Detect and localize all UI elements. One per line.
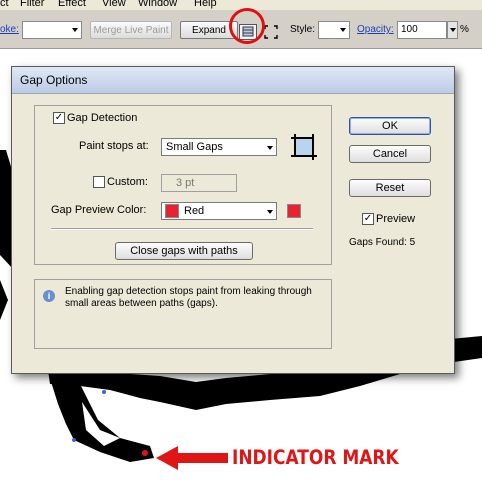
- red-arrow-icon: [156, 446, 228, 470]
- divider: [51, 228, 313, 230]
- preview-color-swatch[interactable]: [287, 204, 301, 218]
- highlight-circle: [229, 8, 265, 44]
- info-panel: i Enabling gap detection stops paint fro…: [34, 279, 332, 349]
- chevron-down-icon: [267, 146, 273, 150]
- color-swatch: [165, 204, 179, 218]
- gap-detection-label: Gap Detection: [67, 112, 138, 124]
- style-select[interactable]: [318, 21, 350, 39]
- opacity-input[interactable]: 100: [397, 21, 447, 39]
- chevron-right-icon: [450, 28, 456, 32]
- paint-stops-select[interactable]: Small Gaps: [161, 138, 277, 156]
- gap-detection-checkbox[interactable]: ✓: [53, 112, 65, 124]
- menu-item-help[interactable]: Help: [194, 0, 217, 9]
- menu-item-effect[interactable]: Effect: [58, 0, 86, 9]
- gap-size-preview-icon: [291, 134, 317, 160]
- paint-stops-label: Paint stops at:: [79, 140, 149, 152]
- info-text: Enabling gap detection stops paint from …: [65, 286, 312, 309]
- opacity-label[interactable]: Opacity:: [357, 21, 394, 39]
- preview-color-select[interactable]: Red: [161, 202, 277, 220]
- stroke-label[interactable]: oke:: [0, 21, 19, 39]
- checkmark-icon: ✓: [54, 112, 64, 123]
- cancel-button[interactable]: Cancel: [349, 145, 431, 163]
- chevron-down-icon: [267, 210, 273, 214]
- info-icon: i: [43, 290, 55, 302]
- checkmark-icon: ✓: [363, 213, 373, 224]
- chevron-down-icon: [340, 28, 346, 32]
- style-label: Style:: [290, 24, 316, 35]
- opacity-arrow-icon[interactable]: [447, 21, 458, 39]
- preview-label: Preview: [376, 213, 416, 225]
- gap-settings-panel: ✓ Gap Detection Paint stops at: Small Ga…: [34, 105, 332, 265]
- menu-item-filter[interactable]: Filter: [20, 0, 44, 9]
- close-gaps-button[interactable]: Close gaps with paths: [115, 242, 253, 260]
- dialog-title: Gap Options: [20, 73, 88, 87]
- menu-item-window[interactable]: Window: [138, 0, 177, 9]
- reset-button[interactable]: Reset: [349, 179, 431, 197]
- gaps-found-label: Gaps Found: 5: [349, 237, 416, 248]
- crop-icon[interactable]: [264, 25, 278, 39]
- custom-gap-value: 3 pt: [176, 177, 195, 189]
- custom-gap-input[interactable]: 3 pt: [161, 174, 237, 192]
- custom-label: Custom:: [107, 176, 148, 188]
- preview-color-value: Red: [184, 205, 205, 217]
- indicator-mark-label: INDICATOR MARK: [232, 446, 399, 470]
- ok-button[interactable]: OK: [349, 117, 431, 135]
- menu-item-select[interactable]: ct: [0, 0, 9, 9]
- dialog-titlebar[interactable]: Gap Options: [12, 67, 454, 94]
- chevron-down-icon: [72, 28, 78, 32]
- merge-live-paint-button[interactable]: Merge Live Paint: [90, 21, 172, 39]
- percent-label: %: [460, 24, 469, 35]
- gap-options-dialog: Gap Options ✓ Gap Detection Paint stops …: [11, 66, 455, 374]
- paint-stops-value: Small Gaps: [166, 141, 223, 153]
- custom-checkbox[interactable]: [93, 176, 105, 188]
- preview-checkbox[interactable]: ✓: [362, 213, 374, 225]
- preview-color-label: Gap Preview Color:: [51, 204, 147, 216]
- menu-item-view[interactable]: View: [102, 0, 126, 9]
- stroke-select[interactable]: [22, 21, 82, 39]
